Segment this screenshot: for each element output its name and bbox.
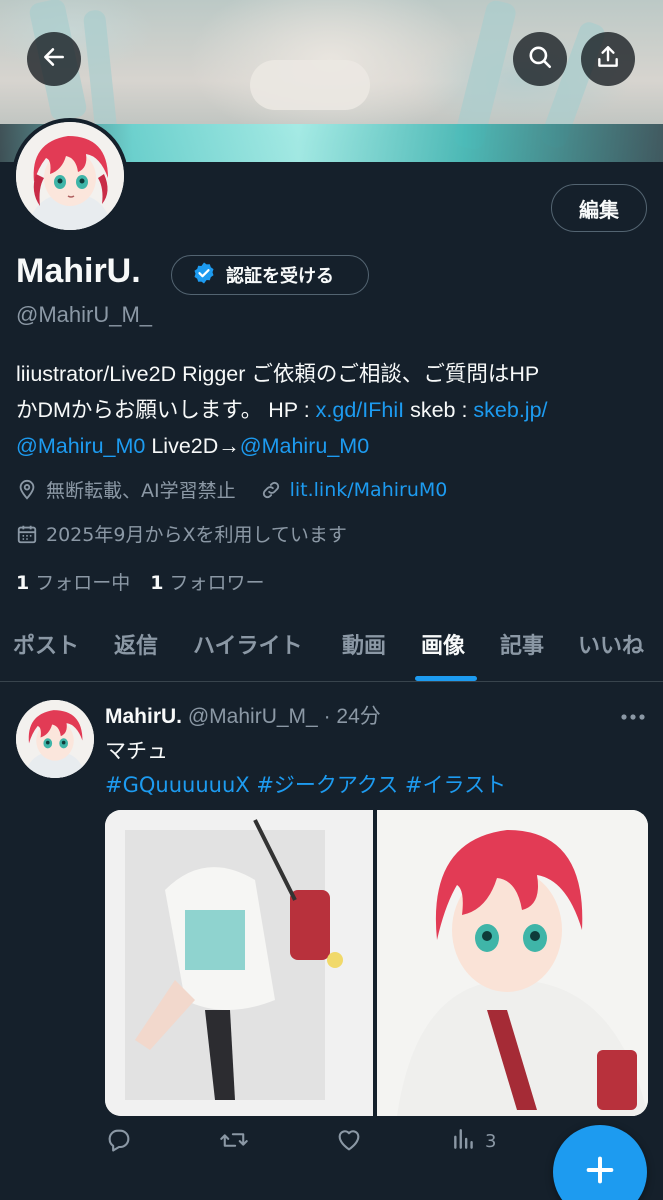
followers-label: フォロワー <box>169 572 265 594</box>
post-media <box>105 810 648 1116</box>
tab-articles[interactable]: 記事 <box>500 628 544 660</box>
post-actions: 3 <box>105 1126 525 1166</box>
compose-button[interactable] <box>553 1125 647 1200</box>
following-label: フォロー中 <box>35 572 131 594</box>
post-hashtags[interactable]: #GQuuuuuuX #ジークアクス #イラスト <box>105 768 506 802</box>
skeb-link[interactable]: skeb.jp/ <box>473 398 547 422</box>
post-text: マチュ <box>105 739 168 763</box>
arrow-left-icon <box>41 44 67 74</box>
search-icon <box>527 44 553 74</box>
following-count: 1 <box>16 572 30 594</box>
profile-website-link[interactable]: lit.link/MahiruM0 <box>290 479 448 501</box>
mention-link-2[interactable]: @Mahiru_M0 <box>240 434 369 458</box>
repost-button[interactable] <box>219 1126 249 1159</box>
post-author-handle[interactable]: @MahirU_M_ <box>188 705 318 728</box>
repost-icon <box>219 1126 249 1159</box>
post-time[interactable]: 24分 <box>336 705 380 728</box>
like-button[interactable] <box>335 1126 363 1159</box>
post-body: マチュ #GQuuuuuuX #ジークアクス #イラスト <box>105 734 506 802</box>
views-icon <box>451 1126 477 1157</box>
verified-badge-icon <box>192 261 216 290</box>
tab-images[interactable]: 画像 <box>421 628 465 660</box>
profile-location: 無断転載、AI学習禁止 <box>46 480 236 502</box>
share-button[interactable] <box>581 32 635 86</box>
mention-link-1[interactable]: @Mahiru_M0 <box>16 434 145 458</box>
tab-highlights[interactable]: ハイライト <box>193 628 303 660</box>
post-author-name[interactable]: MahirU. <box>105 705 182 728</box>
bio-line-3-text: Live2D→ <box>145 434 240 458</box>
post-image-1[interactable] <box>105 810 373 1116</box>
skeb-label: skeb : <box>404 398 474 422</box>
followers-count: 1 <box>150 572 164 594</box>
profile-meta-row: 無断転載、AI学習禁止 lit.link/MahiruM0 <box>16 476 447 503</box>
reply-icon <box>105 1126 133 1159</box>
tab-replies[interactable]: 返信 <box>114 628 158 660</box>
bio-line-2: かDMからお願いします。 HP : x.gd/IFhiI skeb : skeb… <box>16 392 651 428</box>
get-verified-button[interactable]: 認証を受ける <box>171 255 369 295</box>
link-icon <box>260 479 282 501</box>
profile-name: MahirU. <box>16 252 141 290</box>
profile-avatar[interactable] <box>12 118 128 234</box>
post-author-avatar[interactable] <box>16 700 94 778</box>
tab-likes[interactable]: いいね <box>578 628 644 660</box>
back-button[interactable] <box>27 32 81 86</box>
hp-link[interactable]: x.gd/IFhiI <box>316 398 404 422</box>
active-tab-indicator <box>415 676 477 681</box>
views-count: 3 <box>485 1131 497 1152</box>
views-button[interactable]: 3 <box>451 1126 496 1157</box>
profile-joined-row: 2025年9月からXを利用しています <box>16 520 347 547</box>
plus-icon <box>583 1153 617 1191</box>
following-link[interactable]: 1 フォロー中 <box>16 568 130 595</box>
share-icon <box>595 44 621 74</box>
edit-profile-button[interactable]: 編集 <box>551 184 647 232</box>
tab-videos[interactable]: 動画 <box>342 628 386 660</box>
heart-icon <box>335 1126 363 1159</box>
search-button[interactable] <box>513 32 567 86</box>
calendar-icon <box>16 523 38 545</box>
post-image-2[interactable] <box>377 810 648 1116</box>
tab-posts[interactable]: ポスト <box>13 628 79 660</box>
reply-button[interactable] <box>105 1126 133 1159</box>
profile-joined-date: 2025年9月からXを利用しています <box>46 524 347 546</box>
profile-handle: @MahirU_M_ <box>16 302 153 327</box>
follow-stats: 1 フォロー中 1 フォロワー <box>16 568 265 595</box>
profile-bio: liiustrator/Live2D Rigger ご依頼のご相談、ご質問はHP… <box>16 356 651 464</box>
followers-link[interactable]: 1 フォロワー <box>150 568 264 595</box>
bio-line-2-text: かDMからお願いします。 HP : <box>16 398 316 422</box>
profile-tabs: ポスト 返信 ハイライト 動画 画像 記事 いいね <box>0 620 663 682</box>
location-pin-icon <box>16 479 38 501</box>
more-dots-icon[interactable] <box>620 702 646 727</box>
post-header: MahirU. @MahirU_M_ · 24分 <box>105 700 381 730</box>
bio-line-3: @Mahiru_M0 Live2D→@Mahiru_M0 <box>16 428 651 464</box>
post-separator: · <box>323 705 331 728</box>
get-verified-label: 認証を受ける <box>226 266 334 287</box>
bio-line-1: liiustrator/Live2D Rigger ご依頼のご相談、ご質問はHP <box>16 362 540 386</box>
